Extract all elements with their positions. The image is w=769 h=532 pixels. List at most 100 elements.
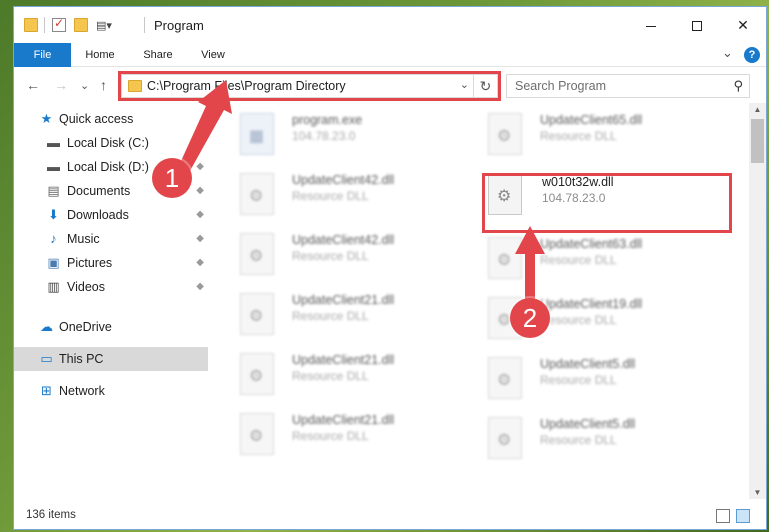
tab-view[interactable]: View bbox=[187, 43, 239, 67]
sidebar-item-label: Network bbox=[59, 384, 105, 398]
sidebar-item-label: Downloads bbox=[67, 208, 129, 222]
sidebar-item-downloads[interactable]: ⬇ Downloads ◆ bbox=[14, 203, 208, 227]
window-title: Program bbox=[154, 18, 204, 33]
tab-home[interactable]: Home bbox=[71, 43, 129, 67]
maximize-button[interactable] bbox=[674, 7, 720, 43]
file-name: UpdateClient5.dll bbox=[540, 357, 636, 371]
explorer-window: ▤▾ Program ✕ File Home Share View ⌄ ? ← … bbox=[13, 6, 767, 530]
dll-file-icon bbox=[240, 413, 274, 455]
sidebar-item-label: This PC bbox=[59, 352, 104, 366]
file-item[interactable]: UpdateClient21.dll Resource DLL bbox=[236, 287, 474, 343]
file-type: Resource DLL bbox=[292, 249, 369, 263]
file-type: Resource DLL bbox=[292, 189, 369, 203]
minimize-button[interactable] bbox=[628, 7, 674, 43]
sidebar-item-label: Local Disk (D:) bbox=[67, 160, 149, 174]
file-item[interactable]: UpdateClient42.dll Resource DLL bbox=[236, 227, 474, 283]
file-type: Resource DLL bbox=[540, 313, 617, 327]
help-icon[interactable]: ? bbox=[744, 47, 760, 63]
music-icon: ♪ bbox=[50, 231, 57, 246]
title-bar: ▤▾ Program ✕ bbox=[14, 7, 766, 43]
tab-share[interactable]: Share bbox=[129, 43, 187, 67]
up-button[interactable]: ↑ bbox=[100, 77, 107, 93]
file-name: UpdateClient19.dll bbox=[540, 297, 643, 311]
sidebar-item-label: Music bbox=[67, 232, 100, 246]
pin-icon: ◆ bbox=[196, 209, 204, 220]
folder-icon bbox=[24, 18, 38, 32]
file-name: UpdateClient21.dll bbox=[292, 353, 395, 367]
file-name: UpdateClient21.dll bbox=[292, 293, 395, 307]
sidebar-item-network[interactable]: ⊞ Network bbox=[14, 379, 208, 403]
file-item[interactable]: UpdateClient42.dll Resource DLL bbox=[236, 167, 474, 223]
search-box[interactable]: Search Program ⚲ bbox=[506, 74, 750, 98]
file-type: Resource DLL bbox=[540, 373, 617, 387]
pin-icon: ◆ bbox=[196, 257, 204, 268]
divider bbox=[44, 17, 45, 33]
file-item[interactable]: UpdateClient21.dll Resource DLL bbox=[236, 347, 474, 403]
cloud-icon: ☁ bbox=[40, 319, 53, 334]
sidebar-item-label: Quick access bbox=[59, 112, 134, 126]
file-item[interactable]: UpdateClient65.dll Resource DLL bbox=[484, 107, 722, 163]
large-icons-view-icon[interactable] bbox=[736, 509, 750, 523]
sidebar-item-quick-access[interactable]: ★ Quick access bbox=[14, 107, 208, 131]
customize-quick-access-icon[interactable]: ▤▾ bbox=[96, 19, 112, 33]
file-item[interactable]: UpdateClient63.dll Resource DLL bbox=[484, 231, 722, 287]
file-name: UpdateClient42.dll bbox=[292, 233, 395, 247]
file-item[interactable]: UpdateClient5.dll Resource DLL bbox=[484, 411, 722, 467]
pin-icon: ◆ bbox=[196, 185, 204, 196]
sidebar-item-pictures[interactable]: ▣ Pictures ◆ bbox=[14, 251, 208, 275]
file-item[interactable]: UpdateClient5.dll Resource DLL bbox=[484, 351, 722, 407]
forward-button[interactable]: → bbox=[54, 77, 68, 93]
sidebar-item-music[interactable]: ♪ Music ◆ bbox=[14, 227, 208, 251]
expand-ribbon-icon[interactable]: ⌄ bbox=[722, 45, 733, 61]
network-icon: ⊞ bbox=[41, 383, 52, 398]
file-version: 104.78.23.0 bbox=[292, 129, 356, 143]
file-name: UpdateClient65.dll bbox=[540, 113, 643, 127]
dll-file-icon bbox=[240, 173, 274, 215]
dll-file-icon bbox=[488, 113, 522, 155]
divider bbox=[144, 17, 145, 33]
ribbon: File Home Share View ⌄ ? bbox=[14, 43, 766, 67]
sidebar-item-onedrive[interactable]: ☁ OneDrive bbox=[14, 315, 208, 339]
item-count: 136 items bbox=[26, 509, 76, 521]
scroll-up-icon[interactable]: ▲ bbox=[749, 105, 766, 114]
navigation-bar: ← → ⌄ ↑ C:\Program Files\Program Directo… bbox=[14, 69, 766, 101]
file-name: UpdateClient5.dll bbox=[540, 417, 636, 431]
search-icon[interactable]: ⚲ bbox=[733, 78, 743, 94]
file-highlight bbox=[482, 173, 732, 233]
drive-icon: ▬ bbox=[47, 135, 60, 150]
new-folder-icon[interactable] bbox=[74, 18, 88, 32]
dll-file-icon bbox=[240, 233, 274, 275]
search-input[interactable]: Search Program bbox=[515, 79, 606, 93]
file-name: UpdateClient63.dll bbox=[540, 237, 643, 251]
file-type: Resource DLL bbox=[292, 429, 369, 443]
exe-file-icon bbox=[240, 113, 274, 155]
recent-locations-button[interactable]: ⌄ bbox=[80, 79, 89, 92]
tab-file[interactable]: File bbox=[14, 43, 71, 67]
pin-icon: ◆ bbox=[196, 281, 204, 292]
details-view-icon[interactable] bbox=[716, 509, 730, 523]
back-button[interactable]: ← bbox=[26, 77, 40, 93]
sidebar-item-videos[interactable]: ▥ Videos ◆ bbox=[14, 275, 208, 299]
star-icon: ★ bbox=[40, 111, 53, 126]
file-name: UpdateClient42.dll bbox=[292, 173, 395, 187]
scrollbar-thumb[interactable] bbox=[751, 119, 764, 163]
file-item[interactable]: program.exe 104.78.23.0 bbox=[236, 107, 474, 163]
properties-icon[interactable] bbox=[52, 16, 66, 32]
file-type: Resource DLL bbox=[540, 129, 617, 143]
dll-file-icon bbox=[488, 417, 522, 459]
videos-icon: ▥ bbox=[47, 279, 60, 294]
dll-file-icon bbox=[240, 353, 274, 395]
pin-icon: ◆ bbox=[196, 137, 204, 148]
scroll-down-icon[interactable]: ▼ bbox=[749, 488, 766, 497]
sidebar-item-label: OneDrive bbox=[59, 320, 112, 334]
file-item[interactable]: UpdateClient21.dll Resource DLL bbox=[236, 407, 474, 463]
close-button[interactable]: ✕ bbox=[720, 7, 766, 43]
file-type: Resource DLL bbox=[292, 369, 369, 383]
file-name: program.exe bbox=[292, 113, 363, 127]
vertical-scrollbar[interactable]: ▲ ▼ bbox=[749, 103, 766, 499]
sidebar-item-local-disk-c[interactable]: ▬ Local Disk (C:) ◆ bbox=[14, 131, 208, 155]
sidebar-item-this-pc[interactable]: ▭ This PC bbox=[14, 347, 208, 371]
step-1-badge: 1 bbox=[152, 158, 192, 198]
pin-icon: ◆ bbox=[196, 161, 204, 172]
dll-file-icon bbox=[240, 293, 274, 335]
